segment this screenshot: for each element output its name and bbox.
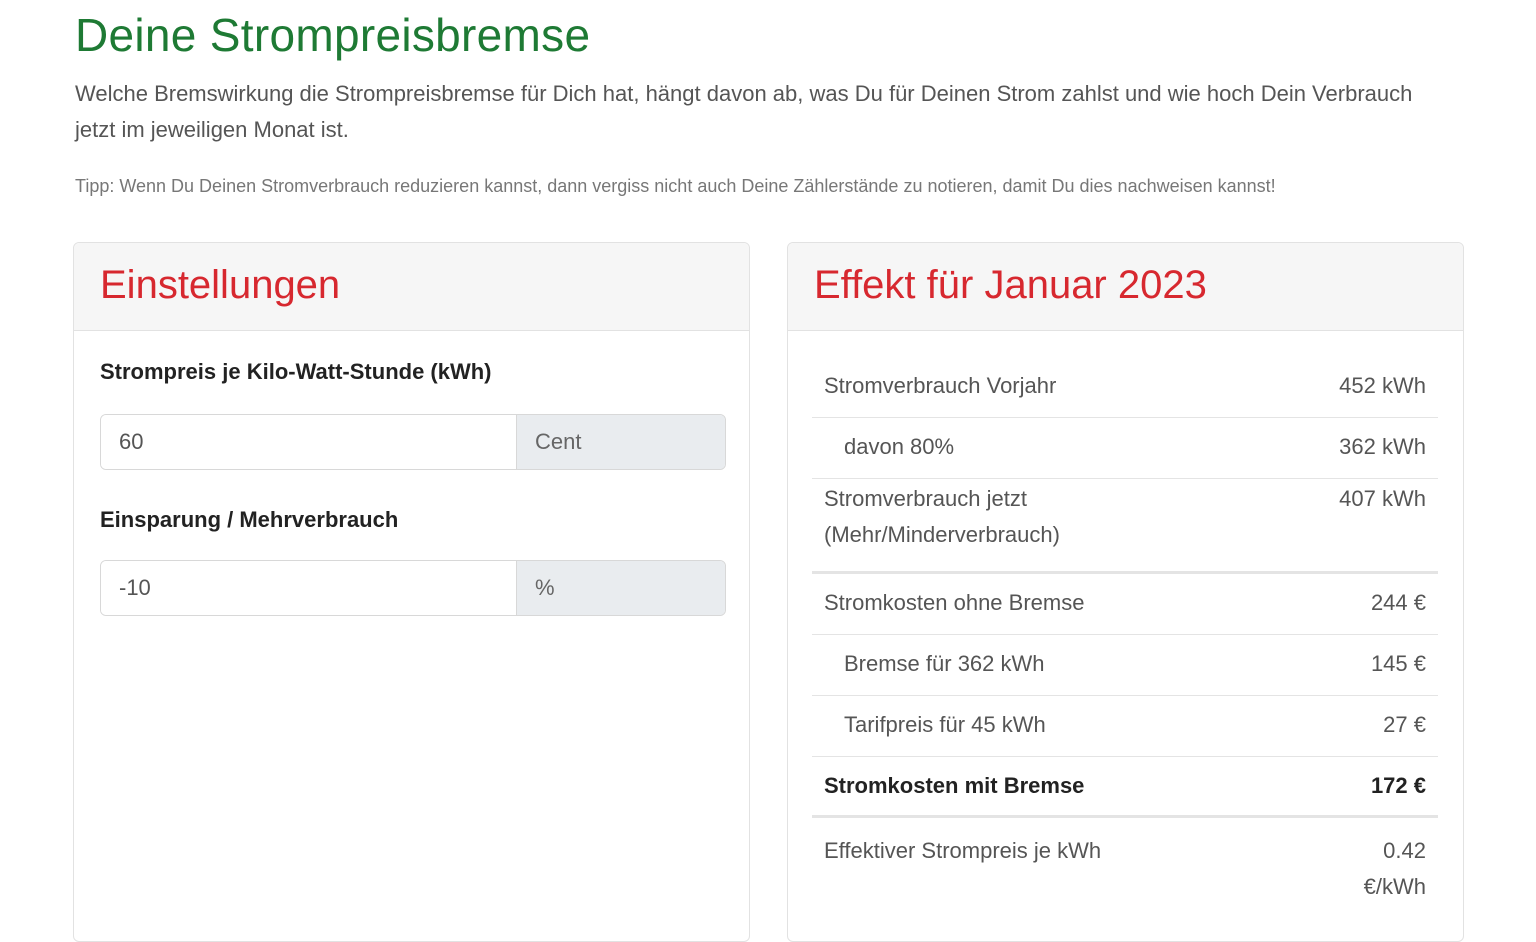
summary-label: Stromkosten mit Bremse xyxy=(824,773,1085,798)
price-input-group: Cent xyxy=(100,414,726,470)
effect-card: Effekt für Januar 2023 Stromverbrauch Vo… xyxy=(787,242,1464,942)
settings-heading: Einstellungen xyxy=(100,263,341,307)
saving-label: Einsparung / Mehrverbrauch xyxy=(100,507,399,532)
summary-label: Bremse für 362 kWh xyxy=(844,651,1045,676)
summary-label: Stromkosten ohne Bremse xyxy=(824,590,1085,615)
settings-card-header: Einstellungen xyxy=(74,243,749,331)
summary-row-effective-price: Effektiver Strompreis je kWh 0.42 €/kWh xyxy=(812,818,1438,918)
summary-value: 244 € xyxy=(1370,590,1426,615)
summary-label: Tarifpreis für 45 kWh xyxy=(844,712,1046,737)
summary-label: Stromverbrauch jetzt (Mehr/Minderverbrau… xyxy=(824,486,1060,547)
summary-row-previous-consumption: Stromverbrauch Vorjahr 452 kWh xyxy=(812,357,1438,418)
summary-row-80-percent: davon 80% 362 kWh xyxy=(812,418,1438,479)
intro-text: Welche Bremswirkung die Strompreisbremse… xyxy=(75,81,1413,142)
effect-card-header: Effekt für Januar 2023 xyxy=(788,243,1463,331)
summary-label: davon 80% xyxy=(844,434,955,459)
summary-row-cost-with-brake: Stromkosten mit Bremse 172 € xyxy=(812,757,1438,818)
saving-input-group: % xyxy=(100,560,726,616)
summary-value: 145 € xyxy=(1370,651,1426,676)
summary-value: 407 kWh xyxy=(1339,486,1426,511)
summary-value: 0.42 €/kWh xyxy=(1363,838,1426,899)
price-input[interactable] xyxy=(101,415,517,469)
effect-heading: Effekt für Januar 2023 xyxy=(814,263,1207,307)
tip-text: Tipp: Wenn Du Deinen Stromverbrauch redu… xyxy=(75,176,1276,196)
summary-value: 362 kWh xyxy=(1339,434,1426,459)
summary-row-cost-without-brake: Stromkosten ohne Bremse 244 € xyxy=(812,574,1438,635)
settings-card: Einstellungen Strompreis je Kilo-Watt-St… xyxy=(73,242,750,942)
summary-value: 27 € xyxy=(1383,712,1426,737)
saving-input[interactable] xyxy=(101,561,517,615)
saving-unit-addon: % xyxy=(517,561,725,615)
summary-label: Effektiver Strompreis je kWh xyxy=(824,838,1102,863)
summary-value: 452 kWh xyxy=(1339,373,1426,398)
effect-summary-table: Stromverbrauch Vorjahr 452 kWh davon 80%… xyxy=(812,357,1438,918)
summary-row-tariff-price: Tarifpreis für 45 kWh 27 € xyxy=(812,696,1438,757)
summary-value: 172 € xyxy=(1370,773,1426,798)
page-title: Deine Strompreisbremse xyxy=(75,9,591,61)
price-label: Strompreis je Kilo-Watt-Stunde (kWh) xyxy=(100,359,492,384)
summary-label: Stromverbrauch Vorjahr xyxy=(824,373,1057,398)
summary-row-current-consumption: Stromverbrauch jetzt (Mehr/Minderverbrau… xyxy=(812,479,1438,574)
summary-row-brake-amount: Bremse für 362 kWh 145 € xyxy=(812,635,1438,696)
price-unit-addon: Cent xyxy=(517,415,725,469)
